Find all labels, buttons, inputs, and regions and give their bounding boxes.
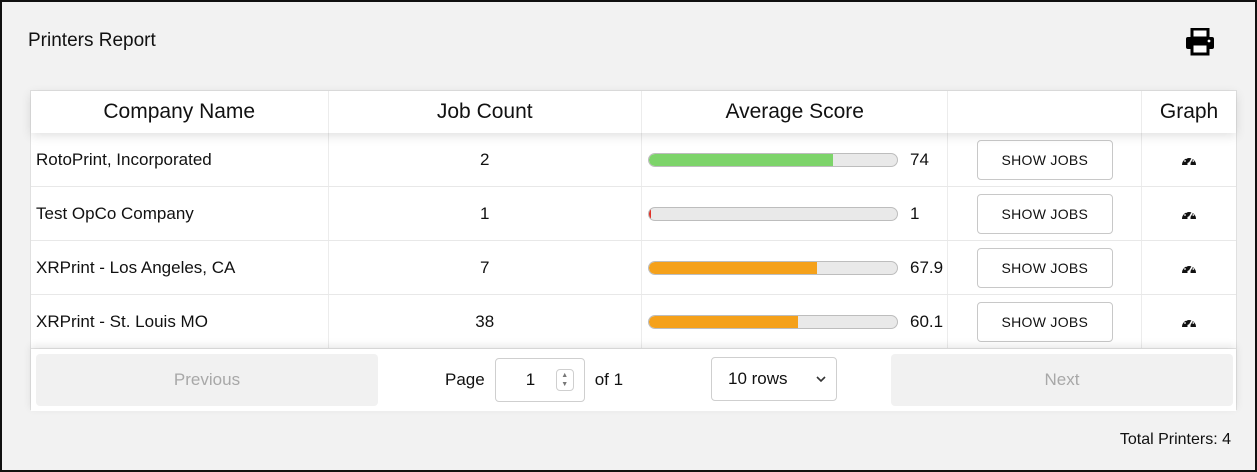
company-name-cell: Test OpCo Company [31, 187, 329, 240]
score-value: 60.1 [909, 311, 944, 331]
average-score-cell: 60.1 [642, 295, 949, 348]
printer-icon [1186, 28, 1214, 56]
job-count-cell: 2 [329, 133, 642, 186]
page-indicator: Page 1 ▲ ▼ of 1 [445, 357, 623, 403]
score-progress-bar [647, 152, 898, 167]
chevron-down-icon [816, 375, 826, 382]
total-printers: Total Printers: 4 [1119, 431, 1231, 448]
company-name-cell: RotoPrint, Incorporated [31, 133, 329, 186]
header-average-score[interactable]: Average Score [642, 91, 949, 133]
pagination-bar: Previous Page 1 ▲ ▼ of 1 10 rows Next [31, 349, 1236, 411]
score-progress-fill [648, 261, 818, 274]
header-company-name[interactable]: Company Name [31, 91, 329, 133]
page-label: Page [445, 370, 485, 389]
company-name-cell: XRPrint - Los Angeles, CA [31, 241, 329, 294]
job-count-cell: 38 [329, 295, 642, 348]
score-progress-bar [647, 206, 898, 221]
action-cell: SHOW JOBS [948, 295, 1143, 348]
action-cell: SHOW JOBS [948, 133, 1143, 186]
header-actions [948, 91, 1143, 133]
page-number-input[interactable]: 1 ▲ ▼ [494, 358, 585, 402]
table-header: Company Name Job Count Average Score Gra… [31, 91, 1236, 133]
average-score-cell: 74 [642, 133, 949, 186]
score-progress-bar [647, 314, 898, 329]
page-title: Printers Report [28, 30, 156, 51]
show-jobs-button[interactable]: SHOW JOBS [976, 139, 1113, 180]
page-total-label: of 1 [594, 370, 624, 389]
graph-cell [1142, 295, 1236, 348]
score-progress-bar [647, 260, 898, 275]
report-panel: Printers Report Company Name Job Count A… [0, 0, 1257, 472]
show-jobs-button[interactable]: SHOW JOBS [976, 193, 1113, 234]
table-row: Test OpCo Company 1 1 SHOW JOBS [31, 187, 1236, 241]
show-jobs-button[interactable]: SHOW JOBS [976, 247, 1113, 288]
action-cell: SHOW JOBS [948, 241, 1143, 294]
table-row: RotoPrint, Incorporated 2 74 SHOW JOBS [31, 133, 1236, 187]
next-button[interactable]: Next [891, 354, 1233, 406]
table-row: XRPrint - St. Louis MO 38 60.1 SHOW JOBS [31, 295, 1236, 349]
score-value: 67.9 [909, 257, 944, 277]
score-value: 1 [909, 203, 920, 223]
page-number-value: 1 [525, 370, 536, 389]
dashboard-gauge-icon[interactable] [1181, 261, 1197, 275]
table-row: XRPrint - Los Angeles, CA 7 67.9 SHOW JOBS [31, 241, 1236, 295]
average-score-cell: 1 [642, 187, 949, 240]
rows-per-page-select[interactable]: 10 rows [711, 357, 837, 401]
rows-per-page-value: 10 rows [728, 369, 788, 388]
show-jobs-button[interactable]: SHOW JOBS [976, 301, 1113, 342]
header-job-count[interactable]: Job Count [329, 91, 642, 133]
score-progress-fill [648, 207, 652, 220]
dashboard-gauge-icon[interactable] [1181, 153, 1197, 167]
job-count-cell: 1 [329, 187, 642, 240]
printers-table: Company Name Job Count Average Score Gra… [30, 90, 1237, 411]
score-progress-fill [648, 153, 833, 166]
dashboard-gauge-icon[interactable] [1181, 315, 1197, 329]
previous-button[interactable]: Previous [36, 354, 378, 406]
dashboard-gauge-icon[interactable] [1181, 207, 1197, 221]
score-progress-fill [648, 315, 799, 328]
print-button[interactable] [1182, 24, 1218, 60]
company-name-cell: XRPrint - St. Louis MO [31, 295, 329, 348]
job-count-cell: 7 [329, 241, 642, 294]
average-score-cell: 67.9 [642, 241, 949, 294]
header-graph[interactable]: Graph [1142, 91, 1236, 133]
page-stepper-icon[interactable]: ▲ ▼ [555, 369, 574, 391]
graph-cell [1142, 133, 1236, 186]
action-cell: SHOW JOBS [948, 187, 1143, 240]
score-value: 74 [909, 149, 929, 169]
graph-cell [1142, 187, 1236, 240]
graph-cell [1142, 241, 1236, 294]
